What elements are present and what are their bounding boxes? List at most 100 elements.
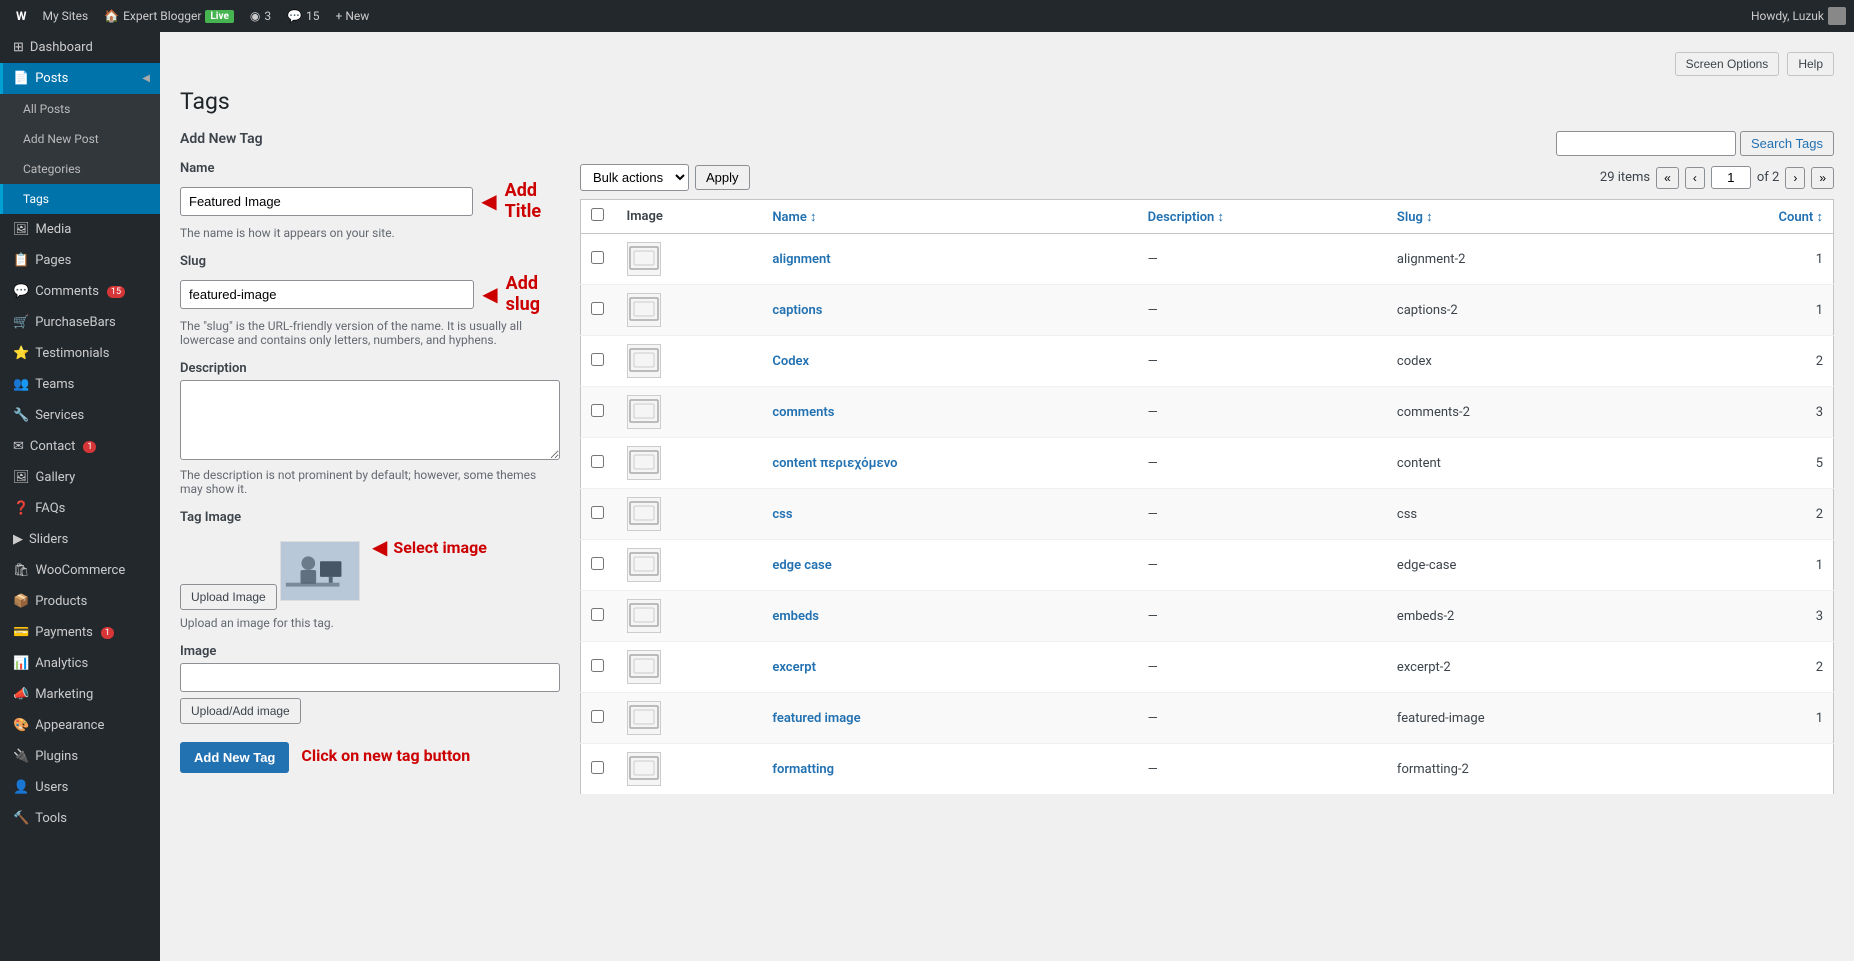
sidebar-item-analytics[interactable]: 📊 Analytics — [0, 648, 160, 679]
sidebar-item-marketing[interactable]: 📣 Marketing — [0, 679, 160, 710]
tag-name[interactable]: comments — [772, 405, 834, 420]
sidebar-item-users[interactable]: 👤 Users — [0, 772, 160, 803]
first-page-button[interactable]: « — [1656, 167, 1679, 189]
search-tags-input[interactable] — [1556, 131, 1736, 156]
row-checkbox[interactable] — [591, 455, 604, 468]
row-checkbox[interactable] — [591, 404, 604, 417]
revisions-count[interactable]: ◉ 3 — [242, 0, 279, 32]
slug-input[interactable] — [180, 280, 474, 309]
howdy-text: Howdy, Luzuk — [1751, 9, 1824, 23]
prev-page-button[interactable]: ‹ — [1685, 167, 1705, 189]
posts-icon: 📄 — [13, 71, 29, 86]
sidebar-item-tools[interactable]: 🔨 Tools — [0, 803, 160, 834]
row-checkbox[interactable] — [591, 608, 604, 621]
avatar — [1828, 7, 1846, 25]
row-checkbox[interactable] — [591, 251, 604, 264]
search-tags-button[interactable]: Search Tags — [1740, 131, 1834, 156]
comments-count[interactable]: 💬 15 — [279, 0, 327, 32]
tag-count — [1665, 744, 1833, 795]
sidebar-item-pages[interactable]: 📋 Pages — [0, 245, 160, 276]
sidebar-item-testimonials[interactable]: ⭐ Testimonials — [0, 338, 160, 369]
name-input[interactable] — [180, 187, 473, 216]
row-checkbox[interactable] — [591, 302, 604, 315]
sidebar-item-purchasebars[interactable]: 🛒 PurchaseBars — [0, 307, 160, 338]
tag-name[interactable]: alignment — [772, 252, 830, 267]
sidebar-item-dashboard[interactable]: ⊞ Dashboard — [0, 32, 160, 63]
description-textarea[interactable] — [180, 380, 560, 460]
row-checkbox[interactable] — [591, 353, 604, 366]
sidebar-item-sliders[interactable]: ▶ Sliders — [0, 524, 160, 555]
tag-description: — — [1138, 489, 1387, 540]
screen-options-button[interactable]: Screen Options — [1675, 52, 1780, 76]
sidebar-item-all-posts[interactable]: All Posts — [0, 94, 160, 124]
tag-name[interactable]: captions — [772, 303, 822, 318]
row-checkbox[interactable] — [591, 557, 604, 570]
tag-count: 2 — [1665, 336, 1833, 387]
table-row: edge case — edge-case 1 — [581, 540, 1834, 591]
tag-name[interactable]: css — [772, 507, 792, 522]
help-button[interactable]: Help — [1787, 52, 1834, 76]
col-description[interactable]: Description ↕ — [1138, 200, 1387, 234]
col-count[interactable]: Count ↕ — [1665, 200, 1833, 234]
tag-description: — — [1138, 591, 1387, 642]
bulk-actions-select[interactable]: Bulk actions — [580, 164, 689, 191]
sidebar-item-payments[interactable]: 💳 Payments 1 — [0, 617, 160, 648]
upload-add-image-button[interactable]: Upload/Add image — [180, 698, 301, 724]
plugins-icon: 🔌 — [13, 749, 29, 764]
tag-name[interactable]: excerpt — [772, 660, 816, 675]
add-new-tag-button[interactable]: Add New Tag — [180, 742, 289, 773]
sidebar-item-add-new-post[interactable]: Add New Post — [0, 124, 160, 154]
tag-name[interactable]: Codex — [772, 354, 809, 369]
table-toolbar: Bulk actions Apply 29 items « ‹ of 2 › » — [580, 164, 1834, 191]
row-checkbox[interactable] — [591, 506, 604, 519]
teams-icon: 👥 — [13, 377, 29, 392]
tag-description: — — [1138, 540, 1387, 591]
tags-label: Tags — [23, 192, 49, 206]
sidebar-item-plugins[interactable]: 🔌 Plugins — [0, 741, 160, 772]
apply-button[interactable]: Apply — [695, 165, 750, 190]
tag-description: — — [1138, 234, 1387, 285]
new-item[interactable]: + New — [328, 0, 378, 32]
tag-name[interactable]: featured image — [772, 711, 860, 726]
col-name[interactable]: Name ↕ — [762, 200, 1137, 234]
wp-logo[interactable]: W — [8, 0, 35, 32]
site-name[interactable]: 🏠 Expert Blogger Live — [96, 0, 242, 32]
page-number-input[interactable] — [1711, 166, 1751, 189]
sidebar-item-media[interactable]: 🖼 Media — [0, 214, 160, 245]
table-row: comments — comments-2 3 — [581, 387, 1834, 438]
sidebar-item-faqs[interactable]: ❓ FAQs — [0, 493, 160, 524]
image-input[interactable] — [180, 663, 560, 692]
tag-name[interactable]: content περιεχόμενο — [772, 456, 897, 471]
row-checkbox[interactable] — [591, 761, 604, 774]
sidebar-item-appearance[interactable]: 🎨 Appearance — [0, 710, 160, 741]
sidebar-item-teams[interactable]: 👥 Teams — [0, 369, 160, 400]
image-col-label: Image — [627, 209, 663, 224]
select-all-checkbox[interactable] — [591, 208, 604, 221]
last-page-button[interactable]: » — [1811, 167, 1834, 189]
upload-hint: Upload an image for this tag. — [180, 616, 560, 630]
sidebar-item-posts[interactable]: 📄 Posts ◀ — [0, 63, 160, 94]
tag-name[interactable]: embeds — [772, 609, 819, 624]
my-sites[interactable]: My Sites — [35, 0, 97, 32]
sidebar-item-gallery[interactable]: 🖼 Gallery — [0, 462, 160, 493]
tag-name[interactable]: edge case — [772, 558, 831, 573]
row-checkbox[interactable] — [591, 659, 604, 672]
upload-image-button[interactable]: Upload Image — [180, 584, 277, 610]
sidebar-item-contact[interactable]: ✉ Contact 1 — [0, 431, 160, 462]
sidebar-item-categories[interactable]: Categories — [0, 154, 160, 184]
my-sites-label: My Sites — [43, 9, 89, 23]
sidebar-item-woocommerce[interactable]: 🛍 WooCommerce — [0, 555, 160, 586]
tag-thumbnail — [627, 650, 661, 684]
products-icon: 📦 — [13, 594, 29, 609]
sidebar-item-comments[interactable]: 💬 Comments 15 — [0, 276, 160, 307]
row-checkbox[interactable] — [591, 710, 604, 723]
tag-name[interactable]: formatting — [772, 762, 834, 777]
col-slug[interactable]: Slug ↕ — [1387, 200, 1665, 234]
revisions-value: 3 — [264, 9, 271, 23]
sidebar-item-products[interactable]: 📦 Products — [0, 586, 160, 617]
sidebar-item-tags[interactable]: Tags — [0, 184, 160, 214]
next-page-button[interactable]: › — [1785, 167, 1805, 189]
tag-thumbnail — [627, 752, 661, 786]
appearance-label: Appearance — [35, 718, 104, 733]
sidebar-item-services[interactable]: 🔧 Services — [0, 400, 160, 431]
